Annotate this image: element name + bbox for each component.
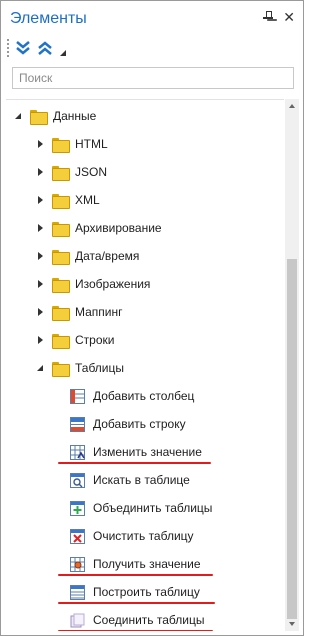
- tree-item-build-table[interactable]: Построить таблицу: [70, 582, 200, 602]
- tree-node-label: Данные: [53, 109, 97, 123]
- tree-item-join-tables[interactable]: Соединить таблицы: [70, 610, 204, 630]
- tree-item-label: Соединить таблицы: [93, 613, 205, 627]
- tree-node-label: Строки: [75, 333, 115, 347]
- tree-item-label: Очистить таблицу: [93, 529, 194, 543]
- highlight-underline: [58, 574, 213, 576]
- tree-node-label: HTML: [75, 137, 108, 151]
- scroll-up-icon[interactable]: [285, 99, 299, 113]
- title-controls: ✕: [263, 10, 295, 24]
- tree-item-add-row[interactable]: Добавить строку: [70, 414, 186, 434]
- join-tables-icon: [70, 613, 85, 627]
- tree-node-label: Архивирование: [75, 221, 162, 235]
- tree-item-search-table[interactable]: Искать в таблице: [70, 470, 190, 490]
- tree-node-data[interactable]: Данные: [12, 106, 96, 126]
- tree-item-get-value[interactable]: Получить значение: [70, 554, 201, 574]
- expand-toggle-icon[interactable]: [34, 250, 46, 262]
- panel-title: Элементы: [10, 10, 87, 27]
- change-value-icon: [70, 444, 85, 460]
- expand-all-button[interactable]: [14, 38, 32, 58]
- merge-tables-icon: [70, 500, 85, 516]
- collapse-toggle-icon[interactable]: [12, 110, 24, 122]
- double-chevron-up-icon: [38, 41, 52, 55]
- toolbar-overflow-button[interactable]: [60, 45, 66, 59]
- tree-item-label: Искать в таблице: [93, 473, 190, 487]
- expand-toggle-icon[interactable]: [34, 222, 46, 234]
- tree-node-label: Изображения: [75, 277, 151, 291]
- folder-icon: [52, 305, 70, 321]
- tree-item-add-column[interactable]: Добавить столбец: [70, 386, 194, 406]
- tree-item-label: Объединить таблицы: [93, 501, 213, 515]
- search-table-icon: [70, 472, 85, 488]
- tree-node-images[interactable]: Изображения: [34, 274, 150, 294]
- highlight-underline: [58, 602, 215, 604]
- highlight-underline: [58, 462, 211, 464]
- highlight-underline: [58, 630, 213, 631]
- folder-icon: [30, 109, 48, 125]
- tree-node-archive[interactable]: Архивирование: [34, 218, 162, 238]
- folder-icon: [52, 193, 70, 209]
- search-input[interactable]: [12, 67, 294, 89]
- get-value-icon: [70, 556, 85, 572]
- expand-toggle-icon[interactable]: [34, 166, 46, 178]
- tree-node-html[interactable]: HTML: [34, 134, 108, 154]
- build-table-icon: [70, 584, 85, 600]
- toolbar-grip-icon[interactable]: [7, 39, 10, 57]
- tree-item-label: Добавить столбец: [93, 389, 195, 403]
- folder-icon: [52, 333, 70, 349]
- clear-table-icon: [70, 528, 85, 544]
- overflow-arrow-icon: [60, 50, 66, 56]
- tree-item-clear-table[interactable]: Очистить таблицу: [70, 526, 194, 546]
- expand-toggle-icon[interactable]: [34, 138, 46, 150]
- tree-node-datetime[interactable]: Дата/время: [34, 246, 139, 266]
- elements-tree: Данные HTML JSON XML Архивирование Дата/…: [6, 99, 284, 631]
- tree-node-label: JSON: [75, 165, 108, 179]
- folder-icon: [52, 361, 70, 377]
- tree-node-xml[interactable]: XML: [34, 190, 100, 210]
- scrollbar-thumb[interactable]: [287, 259, 297, 619]
- add-column-icon: [70, 388, 85, 404]
- folder-icon: [52, 165, 70, 181]
- tree-node-strings[interactable]: Строки: [34, 330, 114, 350]
- double-chevron-down-icon: [16, 41, 30, 55]
- tree-node-label: Маппинг: [75, 305, 123, 319]
- elements-panel: Элементы ✕ Поиск Данные HTML JSON XML Ар…: [0, 0, 304, 636]
- pin-icon[interactable]: [263, 10, 274, 24]
- tree-item-change-value[interactable]: Изменить значение: [70, 442, 202, 462]
- expand-toggle-icon[interactable]: [34, 334, 46, 346]
- folder-icon: [52, 221, 70, 237]
- tree-item-label: Добавить строку: [93, 417, 186, 431]
- expand-toggle-icon[interactable]: [34, 194, 46, 206]
- folder-icon: [52, 277, 70, 293]
- tree-item-merge-tables[interactable]: Объединить таблицы: [70, 498, 212, 518]
- folder-icon: [52, 249, 70, 265]
- expand-toggle-icon[interactable]: [34, 306, 46, 318]
- collapse-all-button[interactable]: [36, 38, 54, 58]
- expand-toggle-icon[interactable]: [34, 278, 46, 290]
- tree-node-mapping[interactable]: Маппинг: [34, 302, 123, 322]
- tree-node-tables[interactable]: Таблицы: [34, 358, 124, 378]
- tree-node-label: XML: [75, 193, 100, 207]
- tree-item-label: Изменить значение: [93, 445, 202, 459]
- vertical-scrollbar[interactable]: [285, 99, 299, 631]
- tree-item-label: Построить таблицу: [93, 585, 200, 599]
- close-icon[interactable]: ✕: [283, 10, 295, 24]
- tree-node-label: Таблицы: [75, 361, 125, 375]
- tree-node-label: Дата/время: [75, 249, 140, 263]
- toolbar: [7, 36, 66, 60]
- scroll-down-icon[interactable]: [285, 617, 299, 631]
- folder-icon: [52, 137, 70, 153]
- add-row-icon: [70, 416, 85, 432]
- tree-node-json[interactable]: JSON: [34, 162, 107, 182]
- tree-item-label: Получить значение: [93, 557, 201, 571]
- collapse-toggle-icon[interactable]: [34, 362, 46, 374]
